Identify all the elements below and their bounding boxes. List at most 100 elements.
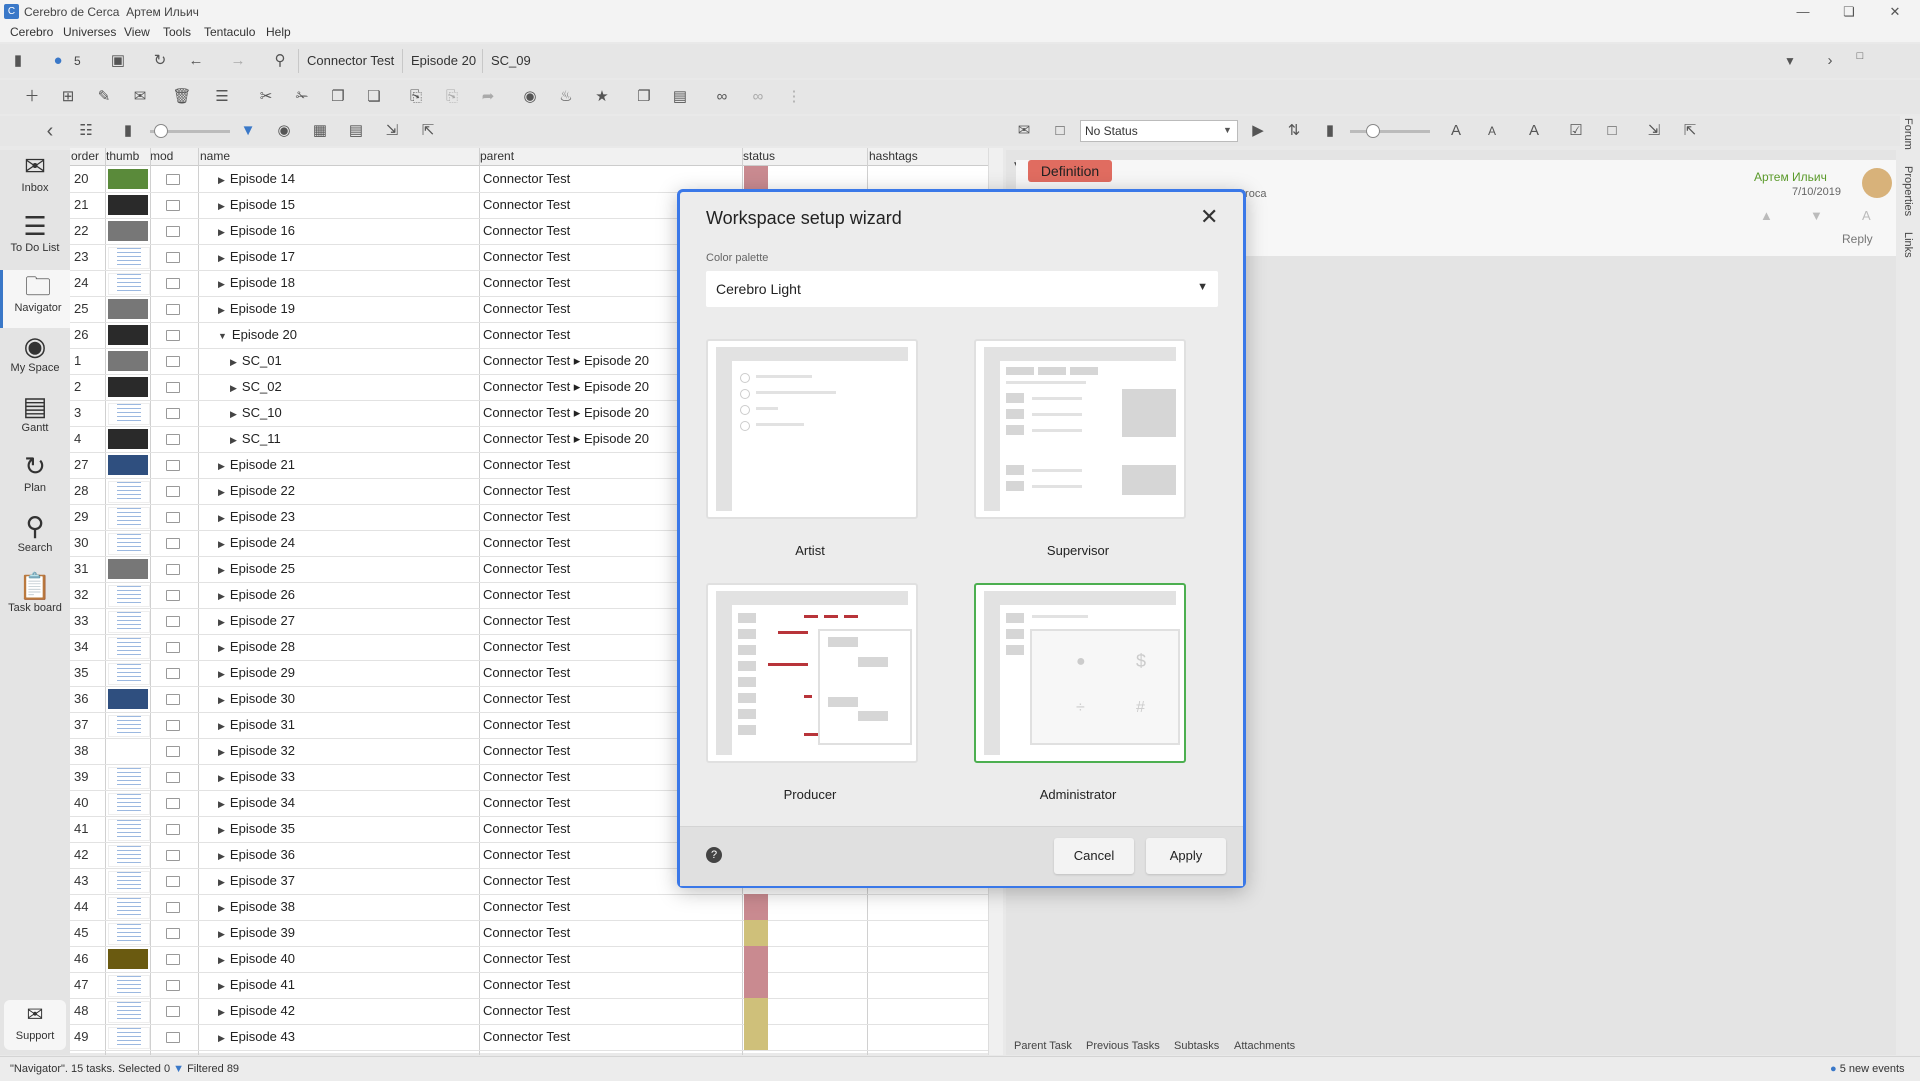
row-name[interactable]: ▶ Episode 18 — [218, 275, 295, 290]
caret-right-icon[interactable]: ▶ — [230, 435, 237, 445]
row-name[interactable]: ▶ Episode 40 — [218, 951, 295, 966]
cancel-button[interactable]: Cancel — [1054, 838, 1134, 874]
row-name[interactable]: ▶ Episode 31 — [218, 717, 295, 732]
row-name[interactable]: ▶ SC_10 — [230, 405, 282, 420]
row-thumbnail[interactable] — [108, 481, 150, 503]
row-thumbnail[interactable] — [108, 221, 148, 241]
caret-right-icon[interactable]: ▶ — [218, 877, 225, 887]
row-name[interactable]: ▶ SC_11 — [230, 431, 281, 446]
row-name[interactable]: ▶ Episode 16 — [218, 223, 295, 238]
chevron-right-icon[interactable]: › — [1818, 49, 1842, 73]
tab-previous-tasks[interactable]: Previous Tasks — [1086, 1040, 1160, 1052]
row-name[interactable]: ▶ Episode 15 — [218, 197, 295, 212]
document-icon[interactable]: ▤ — [344, 119, 368, 143]
table-row[interactable]: 44 ▶ Episode 38 Connector Test — [70, 894, 1002, 921]
row-thumbnail[interactable] — [108, 403, 150, 425]
row-thumbnail[interactable] — [108, 533, 150, 555]
row-thumbnail[interactable] — [108, 767, 150, 789]
comment-icon[interactable]: ✉ — [128, 85, 152, 109]
caret-right-icon[interactable]: ▶ — [218, 591, 225, 601]
caret-right-icon[interactable]: ▶ — [218, 513, 225, 523]
caret-right-icon[interactable]: ▶ — [218, 721, 225, 731]
eye-icon[interactable]: ◉ — [272, 119, 296, 143]
caret-right-icon[interactable]: ▶ — [218, 695, 225, 705]
copy-link-icon[interactable]: ❏ — [362, 85, 386, 109]
table-row[interactable]: 49 ▶ Episode 43 Connector Test — [70, 1024, 1002, 1051]
menu-view[interactable]: View — [124, 25, 150, 39]
cut-alt-icon[interactable]: ✁ — [290, 85, 314, 109]
caret-right-icon[interactable]: ▶ — [218, 227, 225, 237]
fullscreen-icon[interactable]: ⇱ — [1678, 119, 1702, 143]
row-thumbnail[interactable] — [108, 325, 148, 345]
sidebar-item-navigator[interactable]: 🗀 Navigator — [0, 270, 73, 328]
split-icon[interactable]: ▤ — [668, 85, 692, 109]
minimize-icon[interactable]: — — [1780, 2, 1826, 22]
collapse-sidebar-icon[interactable]: ‹ — [38, 119, 62, 143]
slider-handle[interactable] — [154, 124, 168, 138]
restore-icon[interactable]: ❏ — [1826, 2, 1872, 22]
refresh-icon[interactable]: ↻ — [148, 49, 172, 73]
row-name[interactable]: ▶ Episode 38 — [218, 899, 295, 914]
cut-icon[interactable]: ✂ — [254, 85, 278, 109]
workspace-option-producer[interactable] — [706, 583, 918, 763]
play-icon[interactable]: ▶ — [1246, 119, 1270, 143]
column-name[interactable]: name — [200, 149, 230, 163]
row-name[interactable]: ▶ Episode 34 — [218, 795, 295, 810]
star-icon[interactable]: ★ — [590, 85, 614, 109]
caret-right-icon[interactable]: ▶ — [218, 1007, 225, 1017]
delete-icon[interactable]: 🗑 — [170, 85, 194, 109]
column-hashtags[interactable]: hashtags — [869, 149, 918, 163]
column-thumb[interactable]: thumb — [106, 149, 139, 163]
forward-icon[interactable]: → — [226, 49, 250, 73]
row-name[interactable]: ▶ Episode 32 — [218, 743, 295, 758]
apply-button[interactable]: Apply — [1146, 838, 1226, 874]
layout-icon[interactable]: ▣ — [106, 49, 130, 73]
caret-right-icon[interactable]: ▶ — [218, 799, 225, 809]
more-icon[interactable]: ⋮ — [782, 85, 806, 109]
grid-icon[interactable]: ▦ — [308, 119, 332, 143]
back-icon[interactable]: ← — [184, 49, 208, 73]
row-name[interactable]: ▶ Episode 39 — [218, 925, 295, 940]
row-thumbnail[interactable] — [108, 429, 148, 449]
row-thumbnail[interactable] — [108, 273, 150, 295]
menu-universes[interactable]: Universes — [63, 25, 116, 39]
row-name[interactable]: ▶ Episode 43 — [218, 1029, 295, 1044]
image-slider-handle[interactable] — [1366, 124, 1380, 138]
caret-right-icon[interactable]: ▶ — [218, 955, 225, 965]
table-row[interactable]: 45 ▶ Episode 39 Connector Test — [70, 920, 1002, 947]
new-events[interactable]: ● 5 new events — [1830, 1063, 1905, 1075]
caret-right-icon[interactable]: ▶ — [218, 305, 225, 315]
table-row[interactable]: 48 ▶ Episode 42 Connector Test — [70, 998, 1002, 1025]
image-size-slider[interactable] — [1350, 130, 1430, 133]
tab-links[interactable]: Links — [1902, 232, 1914, 258]
status-indicator[interactable] — [744, 920, 768, 946]
row-thumbnail[interactable] — [108, 351, 148, 371]
stack-icon[interactable]: ❐ — [632, 85, 656, 109]
menu-help[interactable]: Help — [266, 25, 291, 39]
caret-right-icon[interactable]: ▶ — [218, 825, 225, 835]
status-indicator[interactable] — [744, 946, 768, 972]
sidebar-item-myspace[interactable]: ◉ My Space — [0, 330, 70, 388]
status-indicator[interactable] — [744, 1024, 768, 1050]
sidebar-item-taskboard[interactable]: 📋 Task board — [0, 570, 70, 628]
support-button[interactable]: ✉ Support — [4, 1000, 66, 1050]
caret-right-icon[interactable]: ▶ — [230, 357, 237, 367]
column-status[interactable]: status — [743, 149, 775, 163]
menu-tools[interactable]: Tools — [163, 25, 191, 39]
row-name[interactable]: ▼ Episode 20 — [218, 327, 297, 342]
caret-right-icon[interactable]: ▶ — [218, 253, 225, 263]
row-name[interactable]: ▶ Episode 26 — [218, 587, 295, 602]
edit-icon[interactable]: ✎ — [92, 85, 116, 109]
column-order[interactable]: order — [71, 149, 99, 163]
sidebar-item-gantt[interactable]: ▤ Gantt — [0, 390, 70, 448]
breadcrumb-episode[interactable]: Episode 20 — [411, 53, 476, 68]
status-indicator[interactable] — [744, 972, 768, 998]
tab-forum[interactable]: Forum — [1902, 118, 1914, 150]
row-thumbnail[interactable] — [108, 1027, 150, 1049]
row-thumbnail[interactable] — [108, 741, 148, 761]
row-name[interactable]: ▶ SC_02 — [230, 379, 282, 394]
row-name[interactable]: ▶ SC_01 — [230, 353, 282, 368]
row-name[interactable]: ▶ Episode 41 — [218, 977, 295, 992]
row-thumbnail[interactable] — [108, 871, 150, 893]
row-name[interactable]: ▶ Episode 17 — [218, 249, 295, 264]
